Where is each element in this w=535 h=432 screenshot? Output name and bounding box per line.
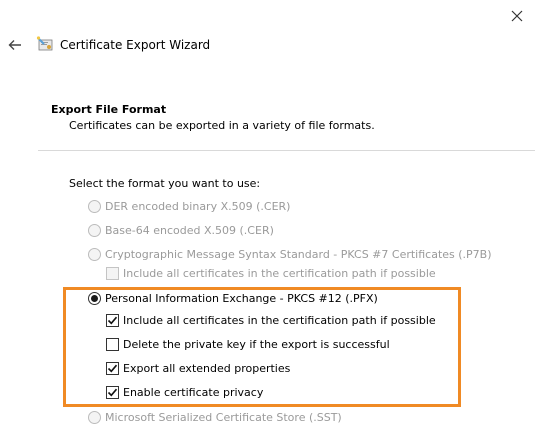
radio-button[interactable] — [88, 200, 101, 213]
back-button[interactable] — [4, 34, 26, 56]
radio-label: DER encoded binary X.509 (.CER) — [105, 200, 291, 213]
checkbox-checked[interactable] — [106, 386, 119, 399]
radio-button[interactable] — [88, 248, 101, 261]
checkbox-delete-private-key[interactable]: Delete the private key if the export is … — [106, 338, 390, 351]
certificate-wizard-icon — [36, 35, 54, 53]
radio-der-format[interactable]: DER encoded binary X.509 (.CER) — [88, 200, 290, 213]
close-button[interactable] — [504, 3, 530, 29]
format-prompt: Select the format you want to use: — [69, 177, 261, 190]
close-icon — [511, 10, 523, 22]
window-title: Certificate Export Wizard — [60, 38, 211, 52]
checkbox-pfx-include-all[interactable]: Include all certificates in the certific… — [106, 314, 436, 327]
checkmark-icon — [107, 316, 118, 325]
section-description: Certificates can be exported in a variet… — [69, 119, 375, 132]
checkbox-checked[interactable] — [106, 314, 119, 327]
radio-label: Microsoft Serialized Certificate Store (… — [105, 411, 342, 424]
checkbox-label: Export all extended properties — [123, 362, 291, 375]
checkbox-checked[interactable] — [106, 362, 119, 375]
radio-button[interactable] — [88, 224, 101, 237]
checkbox-enable-certificate-privacy[interactable]: Enable certificate privacy — [106, 386, 263, 399]
checkbox-label: Delete the private key if the export is … — [123, 338, 390, 351]
checkmark-icon — [107, 364, 118, 373]
radio-button-selected[interactable] — [88, 292, 101, 305]
checkmark-icon — [107, 388, 118, 397]
wizard-header-panel: Export File Format Certificates can be e… — [38, 90, 535, 151]
checkbox[interactable] — [106, 267, 119, 280]
radio-button[interactable] — [88, 411, 101, 424]
checkbox-label: Include all certificates in the certific… — [123, 267, 436, 280]
radio-pkcs7-format[interactable]: Cryptographic Message Syntax Standard - … — [88, 248, 492, 261]
checkbox-label: Include all certificates in the certific… — [123, 314, 436, 327]
section-title: Export File Format — [51, 103, 167, 116]
checkbox-pkcs7-include-all[interactable]: Include all certificates in the certific… — [106, 267, 436, 280]
radio-label: Cryptographic Message Syntax Standard - … — [105, 248, 492, 261]
radio-label: Base-64 encoded X.509 (.CER) — [105, 224, 274, 237]
checkbox-label: Enable certificate privacy — [123, 386, 264, 399]
radio-dot — [91, 295, 98, 302]
radio-pfx-format[interactable]: Personal Information Exchange - PKCS #12… — [88, 292, 378, 305]
checkbox-export-extended-properties[interactable]: Export all extended properties — [106, 362, 290, 375]
radio-label: Personal Information Exchange - PKCS #12… — [105, 292, 378, 305]
checkbox[interactable] — [106, 338, 119, 351]
radio-base64-format[interactable]: Base-64 encoded X.509 (.CER) — [88, 224, 274, 237]
radio-sst-format[interactable]: Microsoft Serialized Certificate Store (… — [88, 411, 342, 424]
back-arrow-icon — [8, 40, 21, 50]
